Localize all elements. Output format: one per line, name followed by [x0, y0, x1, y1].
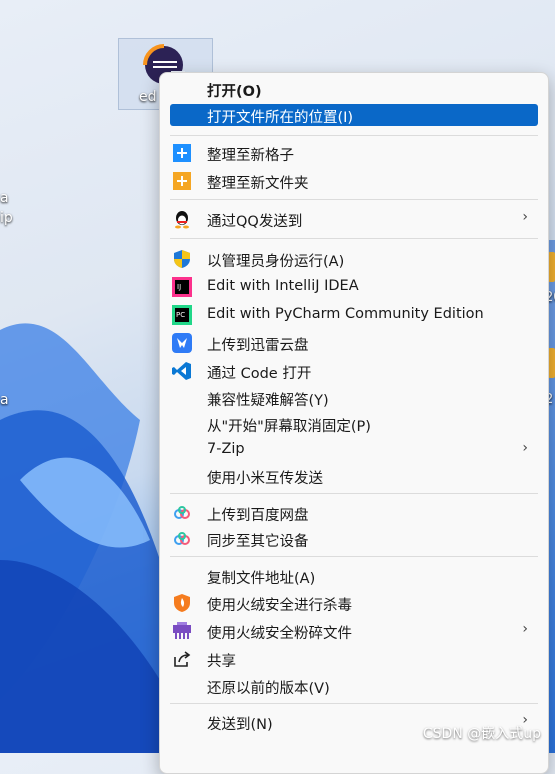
desktop-shortcut-label: ed: [139, 89, 157, 105]
menu-item-new-folder[interactable]: 整理至新文件夹: [170, 169, 538, 193]
plus-orange-icon: [173, 172, 191, 190]
menu-item-open-file-location[interactable]: 打开文件所在的位置(I): [170, 104, 538, 126]
menu-separator: [170, 238, 538, 239]
menu-item-unpin-start[interactable]: 从"开始"屏幕取消固定(P): [170, 412, 538, 436]
plus-blue-icon: [173, 144, 191, 162]
huorong-icon: [174, 594, 190, 612]
menu-item-share[interactable]: 共享: [170, 647, 538, 671]
menu-item-7zip[interactable]: 7-Zip ›: [170, 438, 538, 462]
menu-item-edit-pycharm[interactable]: PC Edit with PyCharm Community Edition: [170, 303, 538, 327]
watermark-text: CSDN @嵌入式up: [422, 726, 541, 742]
share-icon: [174, 651, 191, 667]
desktop-folder-icon[interactable]: [548, 348, 555, 378]
desktop-folder-icon[interactable]: [548, 252, 555, 282]
shredder-icon: [173, 622, 191, 639]
menu-item-open-with-code[interactable]: 通过 Code 打开: [170, 359, 538, 383]
svg-text:PC: PC: [176, 311, 185, 319]
desktop-edge-label: a: [0, 392, 9, 408]
menu-separator: [170, 556, 538, 557]
menu-separator: [170, 199, 538, 200]
menu-item-edit-intellij[interactable]: IJ Edit with IntelliJ IDEA: [170, 275, 538, 299]
intellij-icon: IJ: [172, 277, 192, 297]
pycharm-icon: PC: [172, 305, 192, 325]
thunder-icon: [172, 333, 192, 353]
menu-item-new-grid[interactable]: 整理至新格子: [170, 141, 538, 165]
menu-item-open[interactable]: 打开(O): [170, 77, 538, 101]
menu-separator: [170, 703, 538, 704]
baidu-icon: [174, 506, 190, 519]
menu-separator: [170, 135, 538, 136]
menu-item-send-via-qq[interactable]: 通过QQ发送到 ›: [170, 207, 538, 231]
svg-text:IJ: IJ: [177, 283, 181, 291]
desktop-edge-label: ip: [0, 210, 13, 226]
vscode-icon: [172, 362, 191, 380]
chevron-right-icon: ›: [522, 440, 528, 456]
menu-item-copy-path[interactable]: 复制文件地址(A): [170, 564, 538, 588]
menu-item-upload-thunder[interactable]: 上传到迅雷云盘: [170, 331, 538, 355]
chevron-right-icon: ›: [522, 209, 528, 225]
menu-item-sync-devices[interactable]: 同步至其它设备: [170, 527, 538, 551]
menu-item-compatibility[interactable]: 兼容性疑难解答(Y): [170, 386, 538, 410]
menu-item-restore-versions[interactable]: 还原以前的版本(V): [170, 674, 538, 698]
qq-icon: [175, 211, 189, 229]
menu-item-huorong-shred[interactable]: 使用火绒安全粉碎文件 ›: [170, 619, 538, 643]
shield-icon: [174, 250, 190, 268]
desktop-edge-label: a: [0, 190, 9, 206]
menu-item-xiaomi-share[interactable]: 使用小米互传发送: [170, 464, 538, 488]
context-menu: 打开(O) 打开文件所在的位置(I) 整理至新格子 整理至新文件夹 通过QQ发送…: [159, 72, 549, 774]
menu-item-upload-baidu[interactable]: 上传到百度网盘: [170, 501, 538, 525]
menu-separator: [170, 493, 538, 494]
baidu-icon: [174, 532, 190, 545]
chevron-right-icon: ›: [522, 621, 528, 637]
menu-item-run-as-admin[interactable]: 以管理员身份运行(A): [170, 247, 538, 271]
menu-item-huorong-scan[interactable]: 使用火绒安全进行杀毒: [170, 591, 538, 615]
